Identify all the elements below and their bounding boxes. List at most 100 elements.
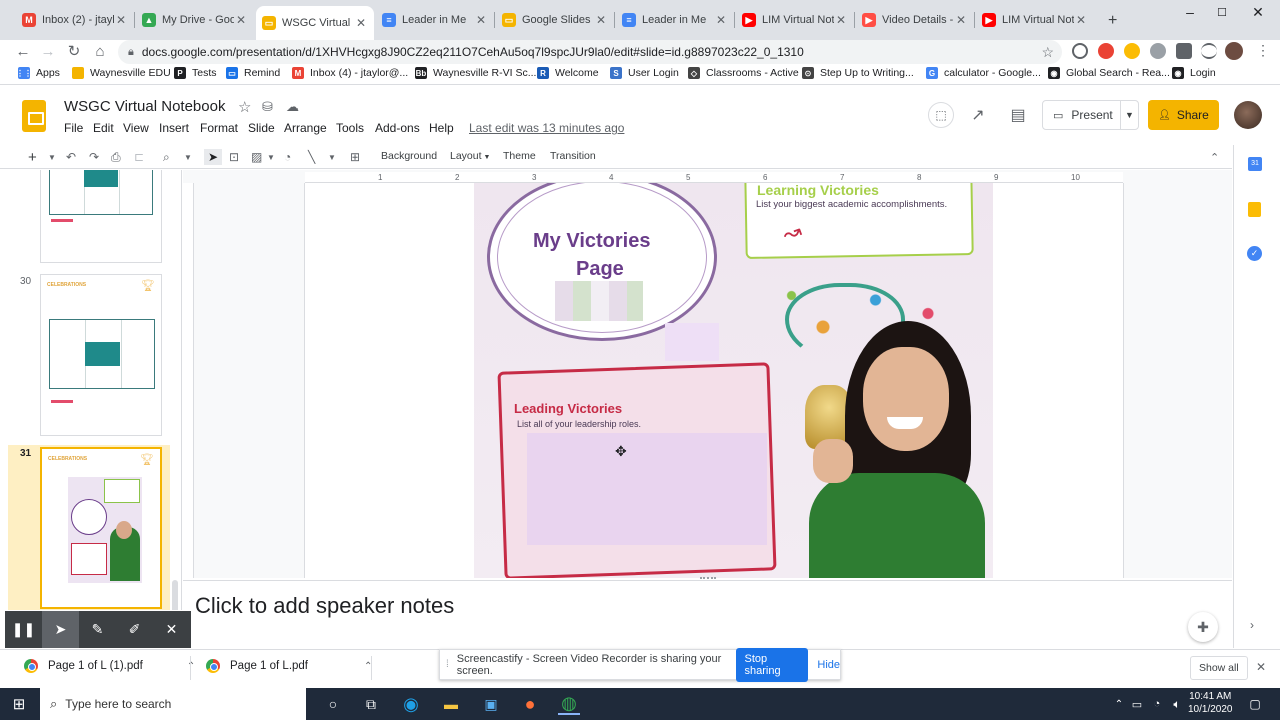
minimize-icon[interactable]: – (1178, 4, 1202, 20)
slides-logo-icon[interactable] (22, 100, 46, 132)
reading-list-icon[interactable] (1201, 43, 1217, 59)
meeting-icon[interactable]: ⬚ (928, 102, 954, 128)
highlighter-icon[interactable]: ✐ (116, 611, 153, 648)
bookmark-item[interactable]: P Tests (174, 67, 217, 79)
line-icon[interactable]: ╲ (308, 149, 315, 165)
profile-avatar[interactable] (1225, 42, 1243, 60)
present-dropdown-icon[interactable]: ▼ (1120, 101, 1138, 129)
chrome-menu-icon[interactable]: ⋮ (1256, 42, 1270, 59)
close-tab-icon[interactable]: ✕ (834, 13, 848, 27)
show-all-button[interactable]: Show all (1190, 656, 1248, 680)
bookmark-item[interactable]: M Inbox (4) - jtaylor@... (292, 67, 408, 79)
activity-trend-icon[interactable]: ↗ (967, 104, 989, 126)
zoom-dropdown-icon[interactable]: ▼ (184, 149, 192, 165)
bookmark-item[interactable]: Gcalculator - Google... (926, 67, 1041, 79)
cursor-icon[interactable]: ➤ (42, 611, 79, 648)
bookmark-item[interactable]: S User Login (610, 67, 679, 79)
speaker-notes-placeholder[interactable]: Click to add speaker notes (195, 593, 454, 619)
menu-tools[interactable]: Tools (336, 121, 364, 135)
menu-edit[interactable]: Edit (93, 121, 114, 135)
extension-gear-icon[interactable] (1150, 43, 1166, 59)
print-icon[interactable]: ⎙ (111, 149, 121, 165)
store-icon[interactable]: ▣ (480, 693, 502, 715)
paint-format-icon[interactable]: ⊏ (134, 149, 144, 165)
menu-view[interactable]: View (123, 121, 149, 135)
pause-icon[interactable]: ❚❚ (5, 611, 42, 648)
browser-tab[interactable]: ▲ My Drive - Goog✕ (136, 8, 254, 32)
background-button[interactable]: Background (381, 150, 437, 162)
close-tab-icon[interactable]: ✕ (354, 16, 368, 30)
filmstrip-scrollbar[interactable] (172, 580, 178, 610)
stop-sharing-button[interactable]: Stop sharing (735, 647, 809, 682)
image-dropdown-icon[interactable]: ▼ (267, 149, 275, 165)
bookmark-item[interactable]: Bb Waynesville R-VI Sc... (415, 67, 536, 79)
menu-insert[interactable]: Insert (159, 121, 189, 135)
slide-thumbnail-29[interactable] (40, 170, 162, 263)
line-dropdown-icon[interactable]: ▼ (328, 149, 336, 165)
taskbar-search[interactable]: ⌕ Type here to search (40, 688, 306, 720)
close-tab-icon[interactable]: ✕ (594, 13, 608, 27)
task-view-icon[interactable]: ⧉ (360, 693, 382, 715)
cortana-icon[interactable]: ○ (322, 693, 344, 715)
close-tab-icon[interactable]: ✕ (474, 13, 488, 27)
bookmark-item[interactable]: ◉ Global Search - Rea... (1048, 67, 1170, 79)
collapse-toolbar-icon[interactable]: ⌃ (1210, 149, 1219, 165)
bookmark-item[interactable]: ◉ Login (1172, 67, 1216, 79)
menu-arrange[interactable]: Arrange (284, 121, 327, 135)
extension-record-icon[interactable] (1098, 43, 1114, 59)
layout-button[interactable]: Layout ▼ (450, 150, 490, 162)
reload-icon[interactable]: ↻ (63, 40, 85, 62)
new-tab-button[interactable]: + (1108, 12, 1117, 30)
close-tab-icon[interactable]: ✕ (1074, 13, 1088, 27)
shape-icon[interactable]: ◔ (284, 149, 291, 165)
account-avatar[interactable] (1234, 101, 1262, 129)
notes-resize-handle[interactable] (700, 577, 716, 580)
undo-icon[interactable]: ↶ (66, 149, 76, 165)
presentation-title[interactable]: WSGC Virtual Notebook (64, 98, 225, 115)
edge-icon[interactable]: ◉ (400, 693, 422, 715)
last-edit-link[interactable]: Last edit was 13 minutes ago (469, 121, 624, 135)
menu-file[interactable]: File (64, 121, 83, 135)
cloud-status-icon[interactable]: ☁ (286, 99, 299, 115)
explore-icon[interactable]: ✚ (1188, 612, 1218, 642)
extension-hand-icon[interactable] (1124, 43, 1140, 59)
drag-handle-icon[interactable]: ⁞ (446, 659, 449, 670)
menu-addons[interactable]: Add-ons (375, 121, 420, 135)
bookmark-item[interactable]: ⊙ Step Up to Writing... (802, 67, 914, 79)
hide-button[interactable]: Hide (817, 659, 840, 671)
comment-add-icon[interactable]: ⊞ (350, 149, 360, 165)
close-icon[interactable]: ✕ (153, 611, 190, 648)
theme-button[interactable]: Theme (503, 150, 536, 162)
extensions-puzzle-icon[interactable] (1176, 43, 1192, 59)
menu-format[interactable]: Format (200, 121, 238, 135)
share-button[interactable]: 👤︎ Share (1148, 100, 1219, 130)
bookmark-item[interactable]: ▭ Remind (226, 67, 280, 79)
star-icon[interactable]: ☆ (238, 98, 251, 116)
text-box-icon[interactable]: ⊡ (229, 149, 239, 165)
slide-thumbnail-31[interactable]: CELEBRATIONS 🏆︎ (40, 447, 162, 609)
home-icon[interactable]: ⌂ (89, 40, 111, 62)
expand-panel-icon[interactable]: › (1250, 618, 1254, 632)
browser-tab[interactable]: ▭ Google Slides ✕ (496, 8, 614, 32)
image-icon[interactable]: ▨ (251, 149, 262, 165)
bookmark-item[interactable]: ⋮⋮ Apps (16, 67, 60, 79)
download-item[interactable]: Page 1 of L (1).pdf ⌃ (24, 659, 195, 673)
file-explorer-icon[interactable]: ▬ (440, 693, 462, 715)
download-item[interactable]: Page 1 of L.pdf ⌃ (206, 659, 372, 673)
notifications-icon[interactable]: ▢ (1244, 693, 1266, 715)
slide-thumbnail-30[interactable]: CELEBRATIONS 🏆︎ (40, 274, 162, 436)
network-icon[interactable]: ▭ (1126, 693, 1148, 715)
menu-slide[interactable]: Slide (248, 121, 275, 135)
tasks-icon[interactable]: ✓ (1247, 246, 1262, 261)
taskbar-clock[interactable]: 10:41 AM 10/1/2020 (1188, 690, 1233, 716)
forward-icon[interactable]: → (37, 40, 59, 62)
chevron-up-icon[interactable]: ⌃ (187, 661, 195, 672)
browser-tab[interactable]: ▭ WSGC Virtual N ✕ (256, 6, 374, 40)
present-button[interactable]: ▭ Present ▼ (1042, 100, 1139, 130)
close-window-icon[interactable]: ✕ (1246, 4, 1270, 21)
browser-tab[interactable]: ▶ LIM Virtual Note ✕ (976, 8, 1094, 32)
browser-tab[interactable]: ≡ Leader in Me ✕ (616, 8, 734, 32)
bookmark-item[interactable]: Waynesville EDU (72, 67, 171, 79)
firefox-icon[interactable]: ● (519, 693, 541, 715)
new-slide-icon[interactable]: + (28, 149, 37, 166)
